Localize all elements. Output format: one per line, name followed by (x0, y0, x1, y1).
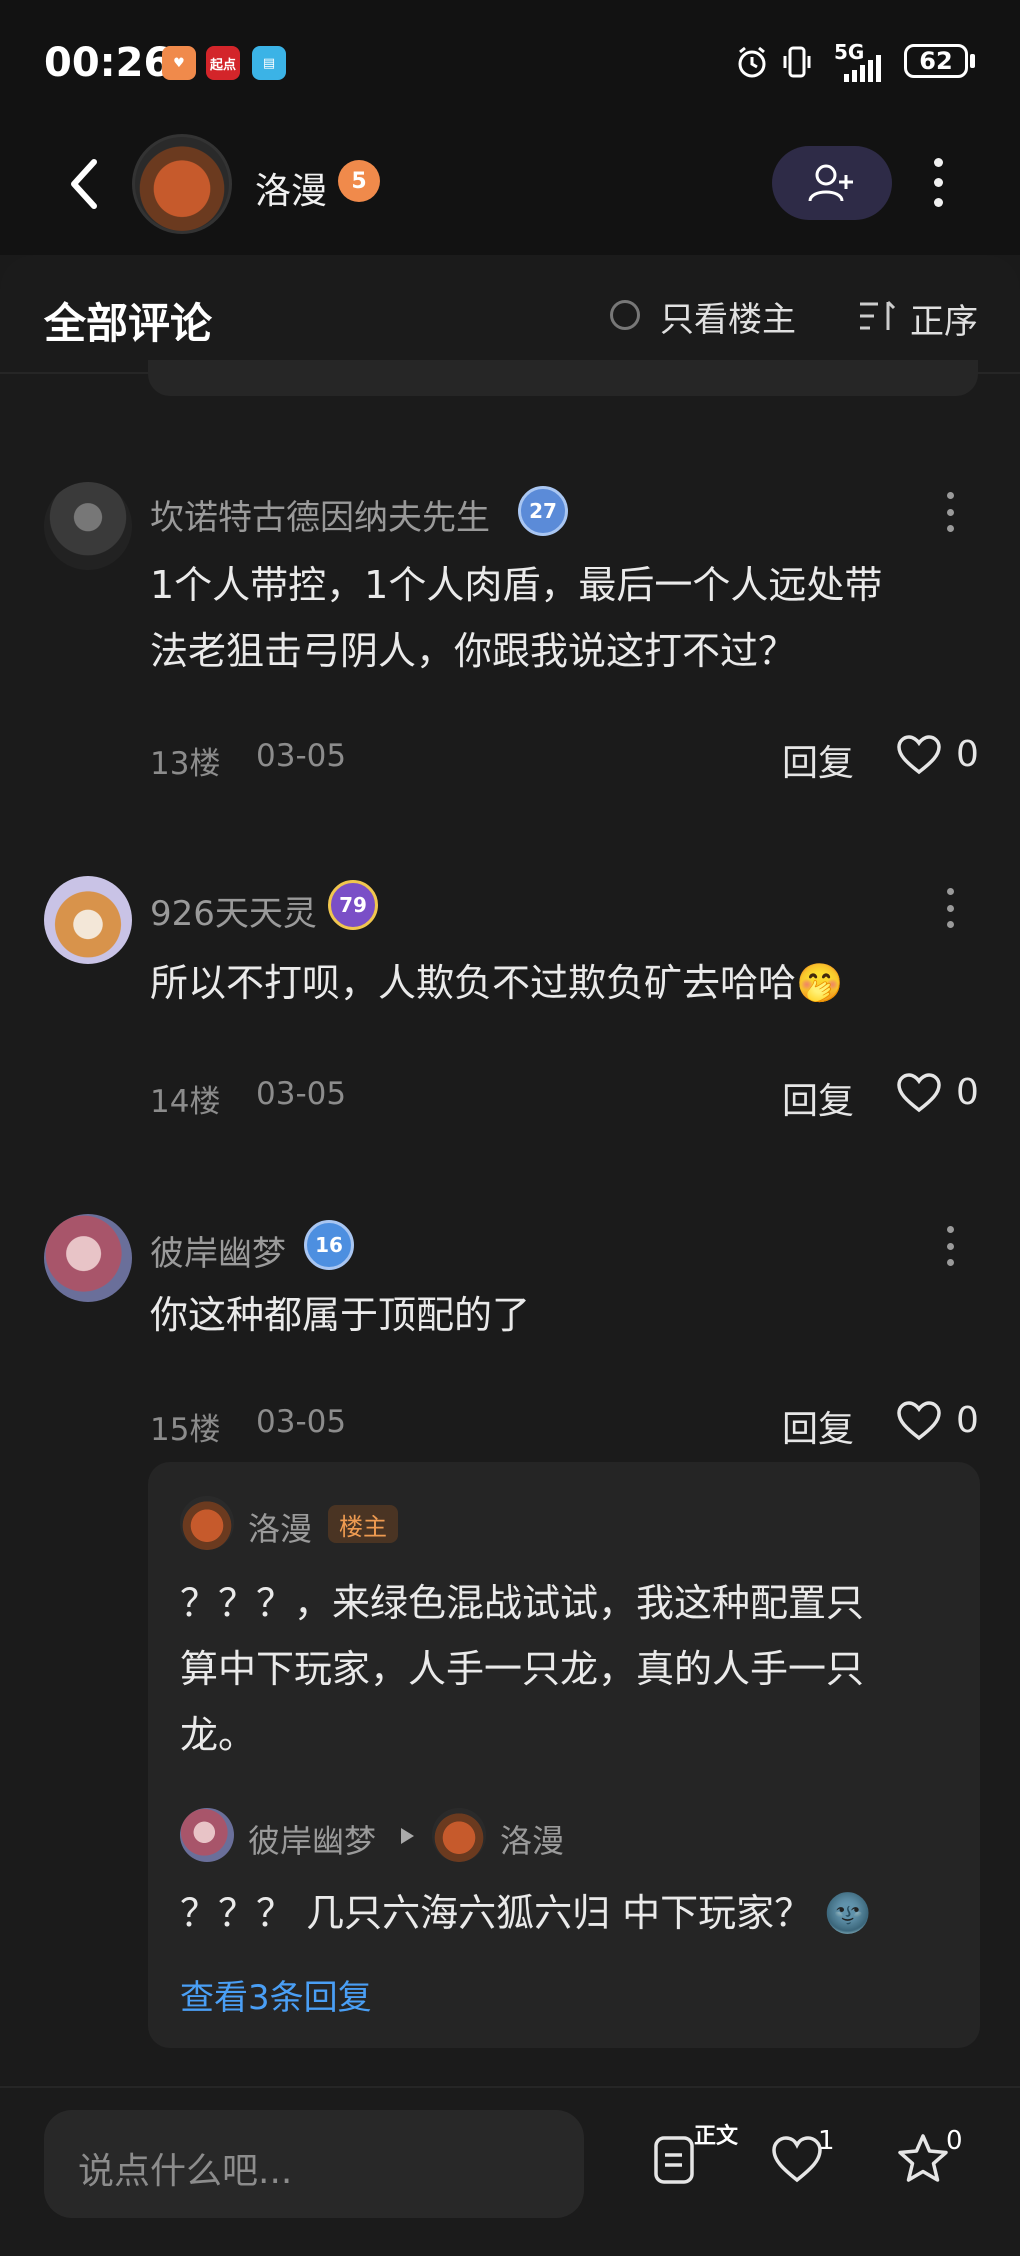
post-like-count: 1 (818, 2126, 835, 2156)
comment-date: 03-05 (256, 738, 347, 774)
reply-to-arrow-icon (401, 1828, 414, 1844)
sort-label[interactable]: 正序 (910, 294, 978, 343)
comment-line: 1个人带控，1个人肉盾，最后一个人远处带 (150, 563, 883, 607)
reply-text: ？？？，来绿色混战试试，我这种配置只 算中下玩家，人手一只龙，真的人手一只 龙。 (180, 1570, 960, 1768)
sort-icon[interactable] (858, 298, 898, 334)
floor-number: 13楼 (150, 746, 221, 782)
battery-tip (970, 54, 975, 68)
reply-line: 算中下玩家，人手一只龙，真的人手一只 (180, 1647, 865, 1691)
commenter-avatar[interactable] (44, 482, 132, 570)
reply-text: ？？？ 几只六海六狐六归 中下玩家？ 🌚 (180, 1891, 872, 1935)
follow-button[interactable] (772, 146, 892, 220)
heart-icon[interactable] (896, 734, 942, 776)
view-more-replies-link[interactable]: 查看3条回复 (180, 1970, 372, 2019)
comment-input-placeholder: 说点什么吧... (78, 2151, 293, 2192)
like-count: 0 (956, 1072, 979, 1113)
comment-more-button[interactable] (944, 492, 956, 532)
commenter-name[interactable]: 926天天灵 (150, 886, 317, 935)
level-badge: 79 (328, 880, 378, 930)
reply-button[interactable]: 回复 (782, 734, 854, 786)
star-count: 0 (946, 2126, 963, 2156)
only-op-label[interactable]: 只看楼主 (660, 292, 796, 341)
reply-avatar[interactable] (180, 1496, 234, 1550)
comment-text: 1个人带控，1个人肉盾，最后一个人远处带 法老狙击弓阴人，你跟我说这打不过？ (150, 552, 970, 684)
comment-line: 你这种都属于顶配的了 (150, 1293, 531, 1337)
comment-text: 你这种都属于顶配的了 (150, 1282, 970, 1348)
reply-button[interactable]: 回复 (782, 1072, 854, 1124)
signal-icon (844, 55, 881, 82)
previous-reply-card (148, 360, 978, 396)
comment-date: 03-05 (256, 1076, 347, 1112)
star-icon[interactable] (894, 2130, 952, 2188)
floor-number: 15楼 (150, 1412, 221, 1448)
more-options-button[interactable] (920, 152, 956, 212)
reply-line: ？？？，来绿色混战试试，我这种配置只 (180, 1581, 865, 1625)
notification-book-icon: ▤ (252, 46, 286, 80)
reply-button[interactable]: 回复 (782, 1400, 854, 1452)
reply-target-avatar[interactable] (432, 1808, 486, 1862)
owner-avatar[interactable] (132, 134, 232, 234)
reply-target-name[interactable]: 洛漫 (500, 1816, 564, 1862)
commenter-name[interactable]: 坎诺特古德因纳夫先生 (150, 490, 490, 539)
add-user-icon (808, 164, 853, 202)
level-badge: 27 (518, 486, 568, 536)
only-op-radio[interactable] (610, 300, 640, 330)
vibrate-icon (783, 46, 811, 78)
document-label: 正文 (694, 2124, 739, 2149)
commenter-avatar[interactable] (44, 1214, 132, 1302)
floor-number: 14楼 (150, 1084, 221, 1120)
heart-icon[interactable] (896, 1400, 942, 1442)
commenter-avatar[interactable] (44, 876, 132, 964)
more-dot-icon (933, 157, 943, 167)
notification-qidian-icon: 起点 (206, 46, 240, 80)
owner-name[interactable]: 洛漫 (255, 162, 327, 214)
battery-indicator: 62 (904, 44, 968, 78)
reply-author-name[interactable]: 洛漫 (248, 1504, 312, 1550)
more-dot-icon (933, 177, 943, 187)
op-tag: 楼主 (328, 1505, 398, 1543)
comment-line: 法老狙击弓阴人，你跟我说这打不过？ (150, 629, 797, 673)
comment-more-button[interactable] (944, 1226, 956, 1266)
alarm-icon (738, 46, 766, 78)
owner-level-badge: 5 (338, 160, 380, 202)
more-dot-icon (933, 197, 943, 207)
comment-line: 所以不打呗，人欺负不过欺负矿去哈哈🤭 (150, 961, 844, 1005)
like-count: 0 (956, 1400, 979, 1441)
reply-author-name[interactable]: 彼岸幽梦 (248, 1816, 376, 1862)
back-arrow-icon[interactable] (58, 148, 110, 220)
like-count: 0 (956, 734, 979, 775)
comment-date: 03-05 (256, 1404, 347, 1440)
reply-avatar[interactable] (180, 1808, 234, 1862)
heart-icon[interactable] (896, 1072, 942, 1114)
status-time: 00:26 (44, 40, 172, 86)
commenter-name[interactable]: 彼岸幽梦 (150, 1226, 286, 1275)
comment-more-button[interactable] (944, 888, 956, 928)
reply-line: 龙。 (180, 1713, 257, 1757)
comment-text: 所以不打呗，人欺负不过欺负矿去哈哈🤭 (150, 950, 970, 1016)
comments-title: 全部评论 (44, 299, 213, 348)
notification-app-icon: ♥ (162, 46, 196, 80)
level-badge: 16 (304, 1220, 354, 1270)
